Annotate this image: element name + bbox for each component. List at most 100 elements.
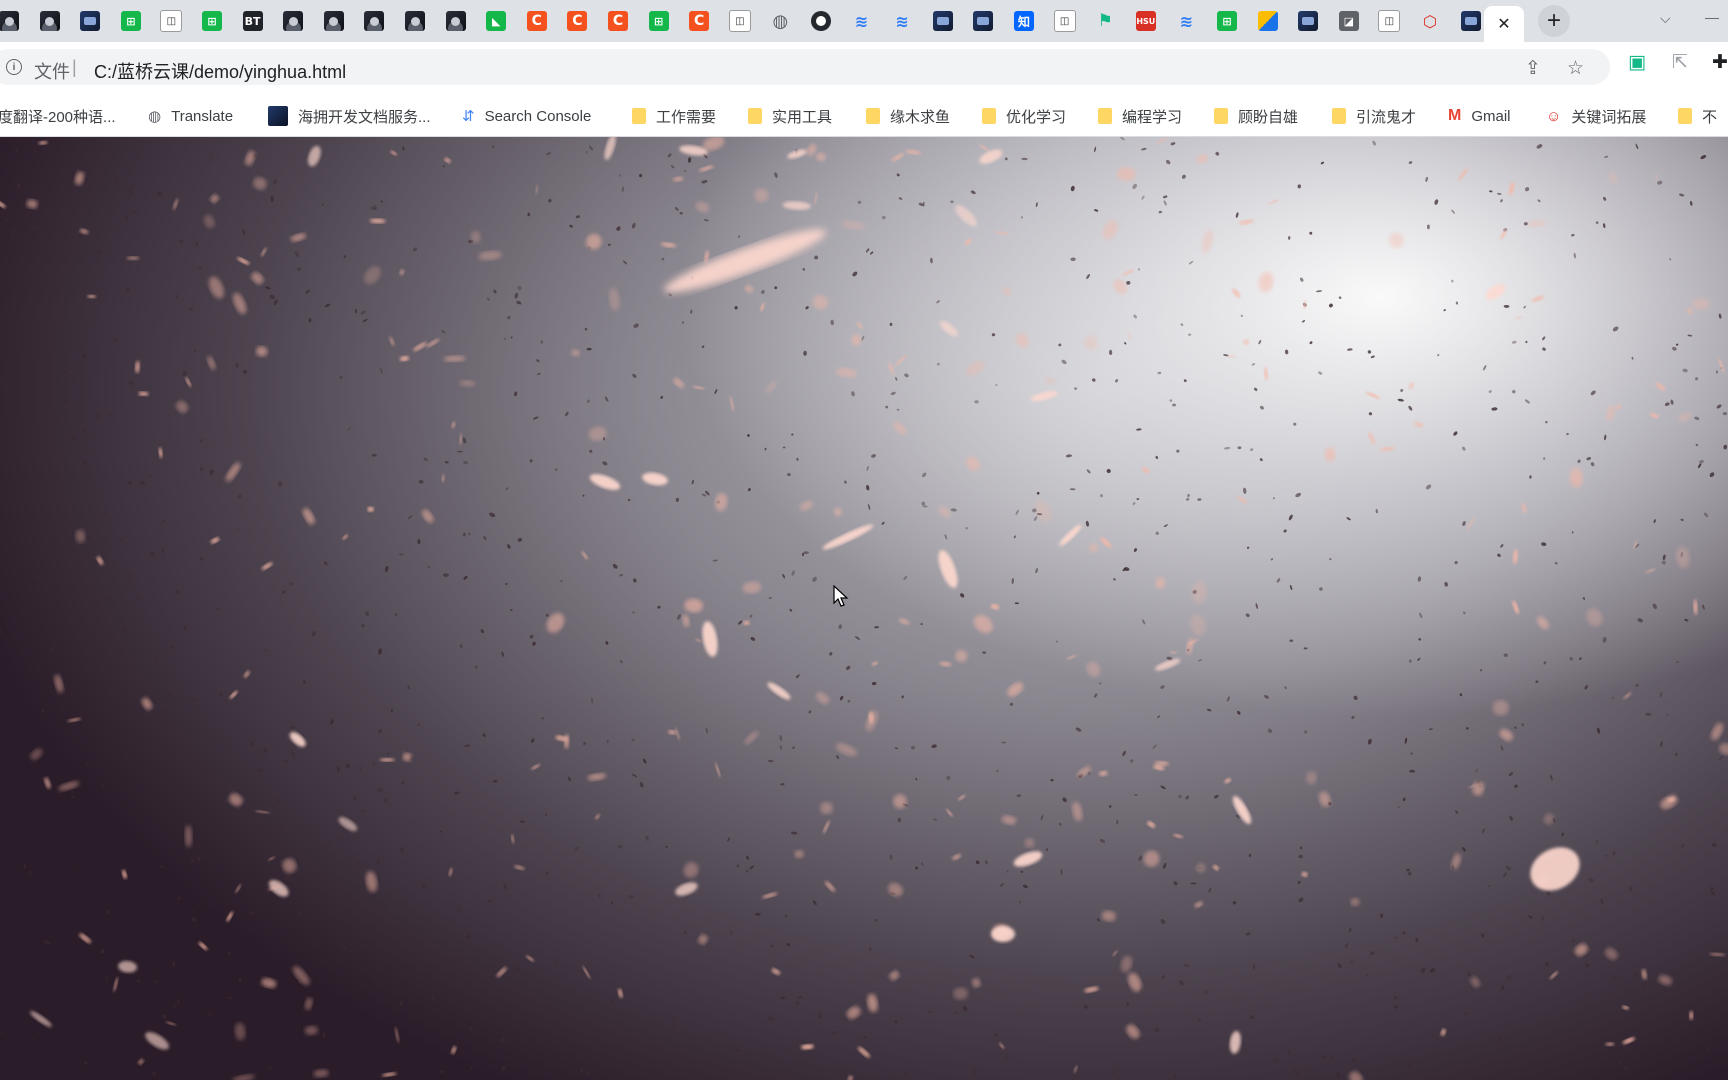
dust-speck [1505, 865, 1512, 871]
tab-30[interactable]: ≋ [1169, 6, 1203, 36]
tab-search-chevron-icon[interactable]: ⌵ [1660, 10, 1671, 27]
tab-8[interactable] [276, 6, 310, 36]
active-tab[interactable]: ✕ [1484, 6, 1524, 42]
dust-speck [372, 761, 376, 767]
bookmark-3[interactable]: 海拥开发文档服务... [268, 96, 431, 136]
tab-5[interactable]: ◫ [154, 6, 188, 36]
tab-6[interactable]: ⊞ [195, 6, 229, 36]
bookmark-12[interactable]: M Gmail [1448, 96, 1511, 136]
share-icon[interactable]: ⇪ [1525, 57, 1541, 80]
tab-10[interactable] [357, 6, 391, 36]
bookmark-6[interactable]: 实用工具 [748, 96, 832, 136]
bookmark-star-icon[interactable]: ☆ [1567, 57, 1584, 80]
dust-speck [1298, 854, 1303, 859]
tab-17[interactable]: ⊞ [642, 6, 676, 36]
dust-speck [1198, 1018, 1201, 1022]
tab-7[interactable]: BT [236, 6, 270, 36]
site-info-icon[interactable]: i [6, 59, 22, 75]
tab-35[interactable]: ◫ [1372, 6, 1406, 36]
dust-speck [554, 468, 558, 471]
dust-speck [71, 790, 75, 794]
address-bar[interactable]: i 文件 | C:/蓝桥云课/demo/yinghua.html ⇪ ☆ [0, 49, 1610, 85]
tab-16[interactable]: C [601, 6, 635, 36]
petal [905, 150, 922, 155]
tab-20[interactable]: ◍ [763, 6, 797, 36]
dust-speck [1427, 224, 1430, 230]
bookmark-4[interactable]: ⇵ Search Console [462, 96, 591, 136]
dust-speck [365, 611, 370, 617]
tab-21[interactable] [804, 6, 838, 36]
blurred-petal [1527, 220, 1546, 227]
dust-speck [38, 576, 43, 582]
dust-speck [780, 996, 786, 1000]
tab-12[interactable] [439, 6, 473, 36]
tab-31[interactable]: ⊞ [1210, 6, 1244, 36]
dust-speck [1300, 277, 1304, 282]
bookmark-8[interactable]: 优化学习 [982, 96, 1066, 136]
dust-speck [136, 979, 141, 983]
tab-1[interactable] [0, 6, 26, 36]
tab-24[interactable] [926, 6, 960, 36]
window-minimize-icon[interactable]: — [1705, 9, 1719, 25]
extension-chat-icon[interactable]: ▣ [1628, 51, 1646, 74]
tab-18[interactable]: C [682, 6, 716, 36]
bookmark-1[interactable]: 度翻译-200种语... [0, 96, 116, 136]
dust-speck [1297, 184, 1301, 189]
dust-speck [456, 450, 463, 453]
tab-27[interactable]: ◫ [1048, 6, 1082, 36]
dust-speck [889, 854, 893, 860]
tab-23[interactable]: ≋ [885, 6, 919, 36]
dust-speck [438, 1070, 444, 1073]
dust-speck [321, 203, 324, 206]
dust-speck [360, 310, 366, 315]
new-tab-button[interactable]: + [1538, 5, 1570, 37]
tab-22[interactable]: ≋ [845, 6, 879, 36]
tab-32[interactable] [1251, 6, 1285, 36]
dust-speck [487, 899, 494, 903]
bookmark-10[interactable]: 顾盼自雄 [1214, 96, 1298, 136]
tab-4[interactable]: ⊞ [114, 6, 148, 36]
tab-26[interactable]: 知 [1007, 6, 1041, 36]
blurred-petal [1574, 943, 1588, 956]
tab-3[interactable] [73, 6, 107, 36]
foreground-petal [702, 621, 718, 657]
dust-speck [517, 286, 522, 291]
petal [1515, 316, 1523, 319]
tab-34[interactable]: ◪ [1332, 6, 1366, 36]
bookmark-7[interactable]: 缘木求鱼 [866, 96, 950, 136]
tab-19[interactable]: ◫ [723, 6, 757, 36]
bookmark-14[interactable]: 不 [1678, 96, 1717, 136]
bookmark-5[interactable]: 工作需要 [632, 96, 716, 136]
tab-29[interactable]: HSU [1129, 6, 1163, 36]
blurred-petal [313, 1069, 329, 1078]
close-tab-icon[interactable]: ✕ [1497, 14, 1510, 34]
dust-speck [808, 710, 812, 714]
dust-speck [219, 693, 223, 697]
extension-cursor-icon[interactable]: ⇱ [1672, 51, 1688, 74]
tab-33[interactable] [1291, 6, 1325, 36]
bookmark-11[interactable]: 引流鬼才 [1332, 96, 1416, 136]
tab-14[interactable]: C [520, 6, 554, 36]
orange-c-icon: C [567, 11, 588, 31]
tab-28[interactable]: ⚑ [1088, 6, 1122, 36]
dust-speck [505, 487, 509, 490]
bookmarks-bar: 度翻译-200种语... ◍ Translate 海拥开发文档服务... ⇵ Search… [0, 96, 1728, 137]
bookmark-13[interactable]: ☺ 关键词拓展 [1546, 96, 1646, 136]
tab-2[interactable] [33, 6, 67, 36]
tab-25[interactable] [966, 6, 1000, 36]
dust-speck [1021, 157, 1028, 161]
url-text[interactable]: C:/蓝桥云课/demo/yinghua.html [94, 58, 346, 84]
tab-37[interactable] [1454, 6, 1488, 36]
bookmark-9[interactable]: 编程学习 [1098, 96, 1182, 136]
extensions-puzzle-icon[interactable]: ✚ [1712, 51, 1728, 74]
dust-speck [545, 813, 548, 817]
tab-15[interactable]: C [560, 6, 594, 36]
bookmark-2[interactable]: ◍ Translate [148, 96, 233, 136]
blurred-petal [867, 993, 878, 1013]
dust-speck [673, 1023, 677, 1030]
tab-13[interactable]: ◣ [479, 6, 513, 36]
petal [979, 149, 1003, 164]
tab-11[interactable] [398, 6, 432, 36]
tab-9[interactable] [317, 6, 351, 36]
tab-36[interactable]: ⬡ [1413, 6, 1447, 36]
